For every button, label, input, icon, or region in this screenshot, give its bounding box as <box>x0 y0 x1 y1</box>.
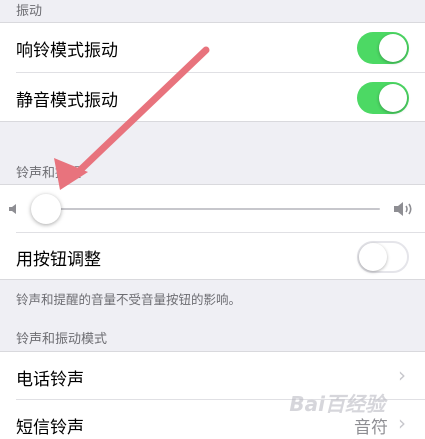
section-header-vibrate: 振动 <box>16 4 43 19</box>
sounds-settings-screen: 振动 响铃模式振动 静音模式振动 铃声和提醒 用按钮调整 铃声和提醒的音量不受音… <box>0 0 425 439</box>
vibrate-on-silent-label: 静音模式振动 <box>16 91 118 111</box>
ringtone-label: 电话铃声 <box>16 370 84 390</box>
row-change-with-buttons[interactable]: 用按钮调整 <box>0 233 425 281</box>
volume-slider-thumb[interactable] <box>31 194 61 224</box>
volume-slider-track[interactable] <box>44 208 380 210</box>
toggle-knob <box>379 34 407 62</box>
row-ringer-volume <box>0 185 425 233</box>
ringer-group: 用按钮调整 <box>0 184 425 280</box>
change-with-buttons-toggle[interactable] <box>357 241 409 273</box>
speaker-low-icon <box>9 204 16 214</box>
speaker-high-icon <box>394 202 412 216</box>
row-vibrate-on-ring[interactable]: 响铃模式振动 <box>0 23 425 73</box>
row-vibrate-on-silent[interactable]: 静音模式振动 <box>0 73 425 123</box>
watermark-logo: Bai百经验 <box>289 392 385 416</box>
vibrate-on-ring-label: 响铃模式振动 <box>16 41 118 61</box>
toggle-knob <box>359 243 387 271</box>
text-tone-label: 短信铃声 <box>16 418 84 438</box>
ringer-footer-note: 铃声和提醒的音量不受音量按钮的影响。 <box>16 292 242 307</box>
toggle-knob <box>379 84 407 112</box>
change-with-buttons-label: 用按钮调整 <box>16 250 101 270</box>
section-header-patterns: 铃声和振动模式 <box>16 332 108 347</box>
section-header-ringer: 铃声和提醒 <box>16 166 82 181</box>
vibrate-group: 响铃模式振动 静音模式振动 <box>0 22 425 122</box>
chevron-right-icon: › <box>398 411 406 435</box>
vibrate-on-silent-toggle[interactable] <box>357 82 409 114</box>
chevron-right-icon: › <box>398 363 406 387</box>
vibrate-on-ring-toggle[interactable] <box>357 32 409 64</box>
